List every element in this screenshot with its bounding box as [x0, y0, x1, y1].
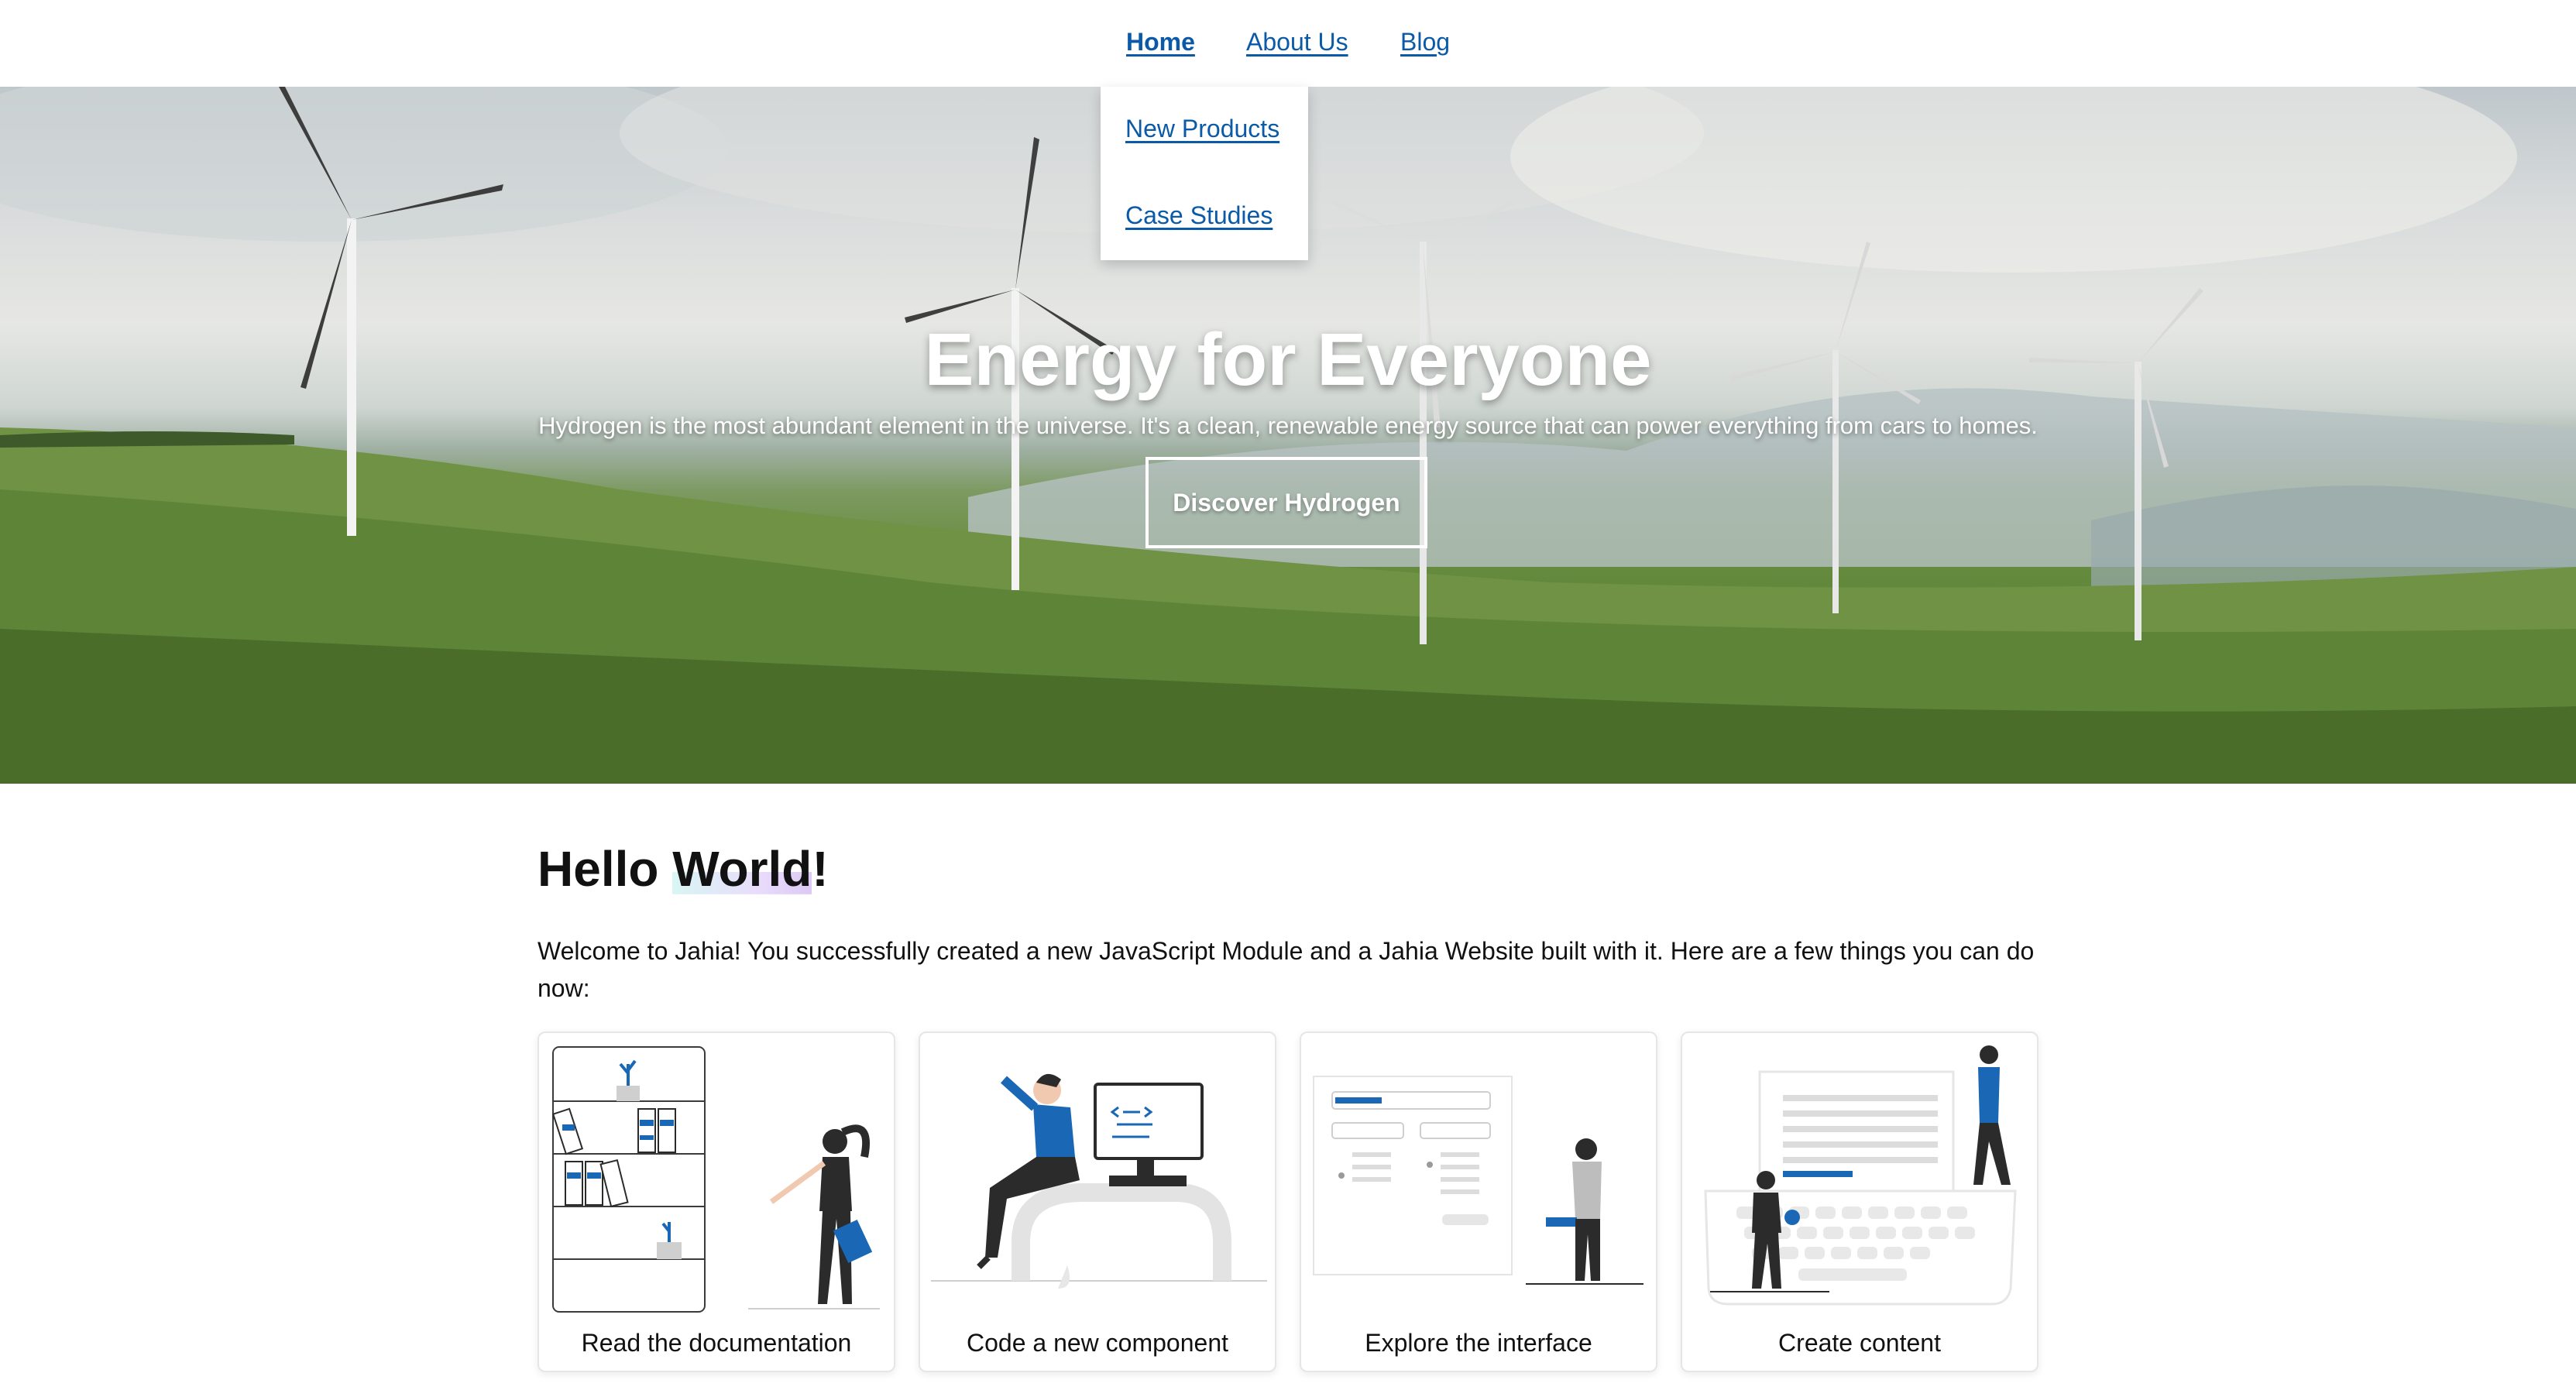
page-heading: Hello World! — [538, 840, 829, 898]
dropdown-item-case-studies[interactable]: Case Studies — [1125, 201, 1273, 230]
intro-paragraph: Welcome to Jahia! You successfully creat… — [538, 937, 2035, 1002]
discover-hydrogen-button[interactable]: Discover Hydrogen — [1145, 457, 1427, 548]
hero-title: Energy for Everyone — [924, 318, 1652, 401]
hero-subtitle: Hydrogen is the most abundant element in… — [538, 412, 2038, 439]
nav-link-about-us[interactable]: About Us — [1246, 28, 1348, 57]
card-explore-interface[interactable]: Explore the interface — [1300, 1031, 1657, 1372]
heading-suffix: ! — [812, 841, 829, 897]
nav-link-home[interactable]: Home — [1126, 28, 1195, 57]
nav-dropdown-menu: New Products Case Studies — [1101, 87, 1308, 260]
developer-illustration-icon — [931, 1073, 1267, 1289]
nav-link-blog[interactable]: Blog — [1400, 28, 1450, 57]
main-nav: Home About Us Blog — [0, 0, 2576, 87]
card-label: Create content — [1778, 1329, 1941, 1357]
bookshelf-illustration-icon — [551, 1046, 880, 1313]
heading-highlight: World — [672, 841, 812, 897]
content-creation-illustration-icon — [1704, 1045, 2017, 1306]
card-code-component[interactable]: Code a new component — [919, 1031, 1276, 1372]
interface-illustration-icon — [1313, 1076, 1643, 1285]
heading-prefix: Hello — [538, 841, 673, 897]
dropdown-item-new-products[interactable]: New Products — [1125, 115, 1279, 143]
card-label: Code a new component — [967, 1329, 1228, 1357]
card-label: Read the documentation — [581, 1329, 852, 1357]
card-read-documentation[interactable]: Read the documentation — [538, 1031, 895, 1372]
card-label: Explore the interface — [1365, 1329, 1592, 1357]
card-create-content[interactable]: Create content — [1681, 1031, 2038, 1372]
